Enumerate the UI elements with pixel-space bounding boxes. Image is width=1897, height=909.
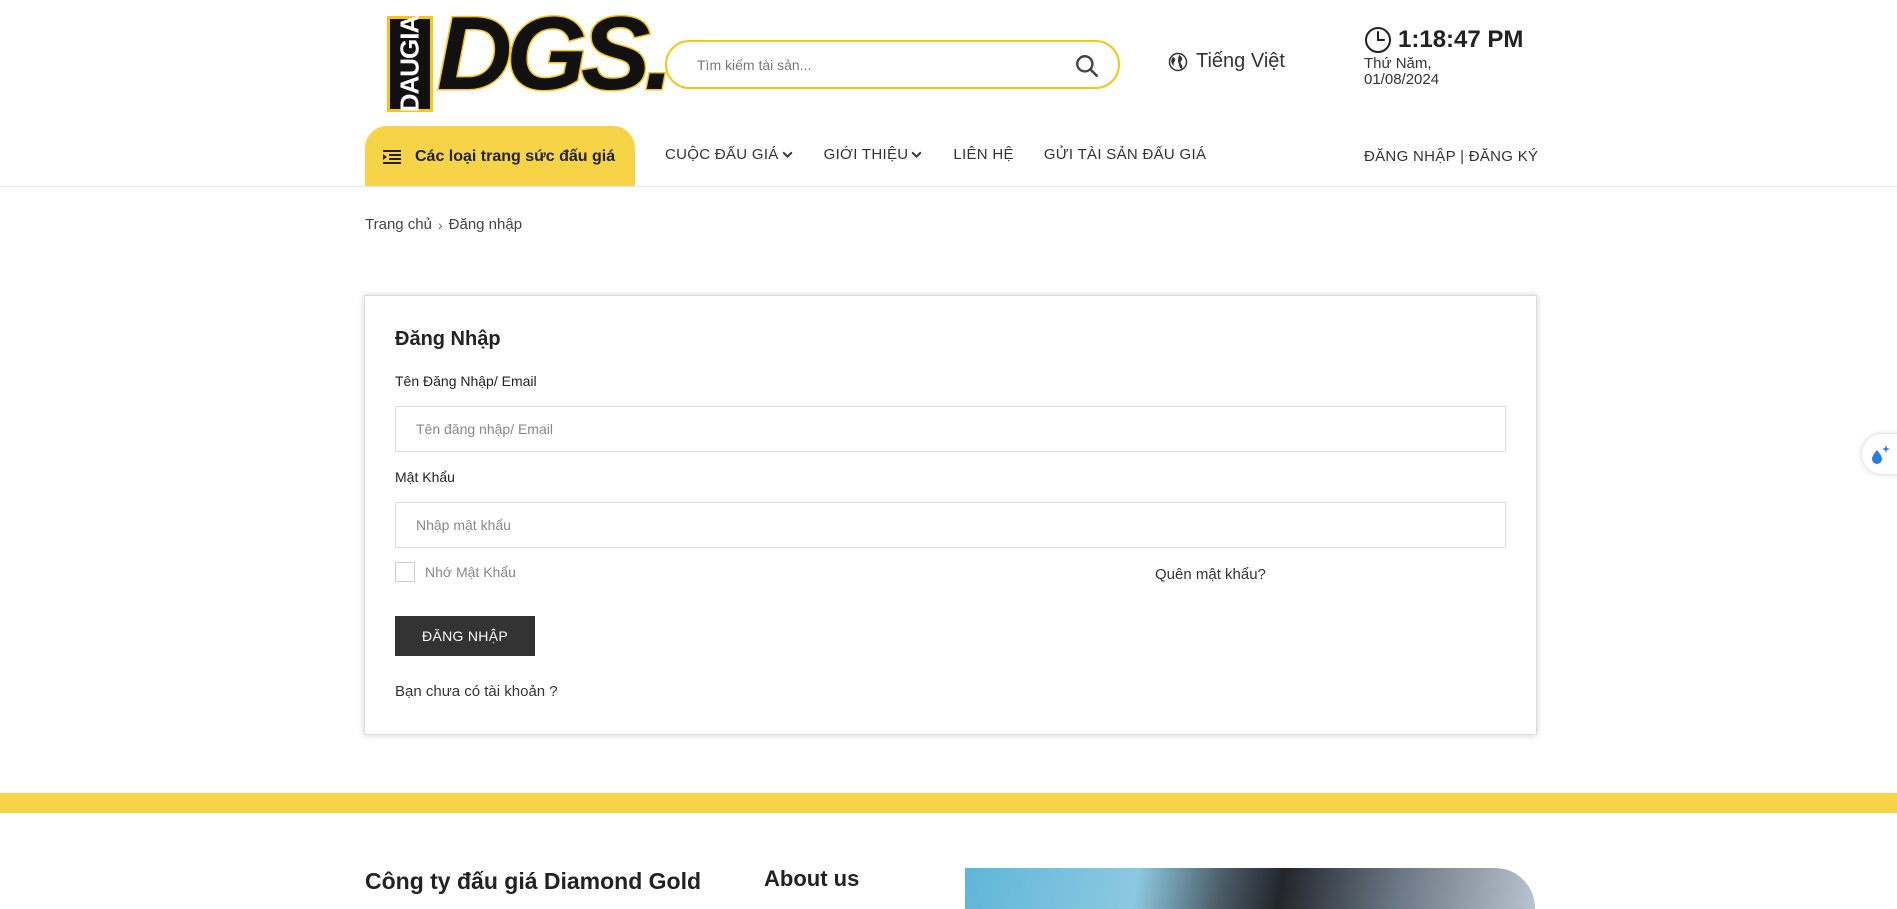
password-field[interactable] (396, 503, 1505, 547)
username-label: Tên Đăng Nhập/ Email (395, 373, 537, 389)
remember-checkbox[interactable] (395, 562, 415, 582)
search-input[interactable] (697, 54, 1057, 76)
floating-assistant-button[interactable] (1862, 434, 1897, 474)
forgot-password-link[interactable]: Quên mật khẩu? (1155, 566, 1266, 583)
footer-accent-band (0, 793, 1897, 813)
nav-item-auctions[interactable]: CUỘC ĐẤU GIÁ (665, 146, 794, 163)
current-date: Thứ Năm, 01/08/2024 (1364, 55, 1440, 88)
language-selector[interactable]: Tiếng Việt (1168, 50, 1285, 73)
globe-icon (1168, 52, 1188, 71)
nav-item-label: LIÊN HỆ (953, 146, 1014, 163)
nav-item-about[interactable]: GIỚI THIỆU (824, 146, 924, 163)
remember-me: Nhớ Mật Khẩu (395, 562, 516, 582)
category-menu-button[interactable]: Các loại trang sức đấu giá (365, 126, 635, 187)
search-bar (665, 40, 1120, 89)
login-title: Đăng Nhập (395, 328, 501, 350)
nav-item-contact[interactable]: LIÊN HỆ (953, 146, 1013, 163)
breadcrumb-home[interactable]: Trang chủ (365, 216, 432, 233)
footer-company-name: Công ty đấu giá Diamond Gold (365, 868, 702, 894)
header-divider (0, 186, 1897, 187)
category-menu-label: Các loại trang sức đấu giá (415, 147, 616, 165)
footer-about-heading: About us (764, 866, 860, 891)
login-submit-button[interactable]: ĐĂNG NHẬP (395, 616, 535, 656)
nav-item-label: GỬI TÀI SẢN ĐẤU GIÁ (1043, 146, 1207, 163)
breadcrumb: Trang chủ › Đăng nhập (365, 216, 522, 233)
main-nav: CUỘC ĐẤU GIÁ GIỚI THIỆU LIÊN HỆ GỬI TÀI … (665, 146, 1206, 163)
search-icon[interactable] (1074, 53, 1100, 79)
menu-icon (383, 149, 401, 164)
login-register-link[interactable]: ĐĂNG NHẬP | ĐĂNG KÝ (1364, 148, 1538, 165)
clock-widget: 1:18:47 PM Thứ Năm, 01/08/2024 (1364, 26, 1523, 88)
username-field[interactable] (396, 407, 1505, 451)
password-label: Mật Khẩu (395, 469, 455, 485)
chevron-down-icon (782, 151, 793, 159)
nav-item-submit-asset[interactable]: GỬI TÀI SẢN ĐẤU GIÁ (1044, 146, 1206, 163)
breadcrumb-current: Đăng nhập (448, 216, 523, 233)
login-card: Đăng Nhập Tên Đăng Nhập/ Email Mật Khẩu … (364, 295, 1537, 735)
language-label: Tiếng Việt (1196, 50, 1285, 72)
chevron-down-icon (911, 151, 922, 159)
no-account-link[interactable]: Bạn chưa có tài khoản ? (395, 683, 558, 700)
remember-label: Nhớ Mật Khẩu (425, 564, 516, 580)
clock-icon (1365, 27, 1391, 53)
username-field-wrap (395, 406, 1506, 452)
password-field-wrap (395, 502, 1506, 548)
sparkle-drop-icon (1872, 445, 1890, 464)
nav-item-label: GIỚI THIỆU (823, 146, 909, 163)
logo-side-block: DAUGIA (387, 16, 433, 112)
current-time: 1:18:47 PM (1398, 26, 1524, 53)
nav-item-label: CUỘC ĐẤU GIÁ (665, 146, 779, 163)
logo-side-text: DAUGIA (394, 15, 425, 113)
breadcrumb-separator: › (437, 216, 443, 233)
footer-promo-image (965, 868, 1535, 909)
site-logo[interactable]: DAUGIA DGS. (387, 1, 675, 114)
logo-main-text: DGS. (435, 0, 674, 112)
